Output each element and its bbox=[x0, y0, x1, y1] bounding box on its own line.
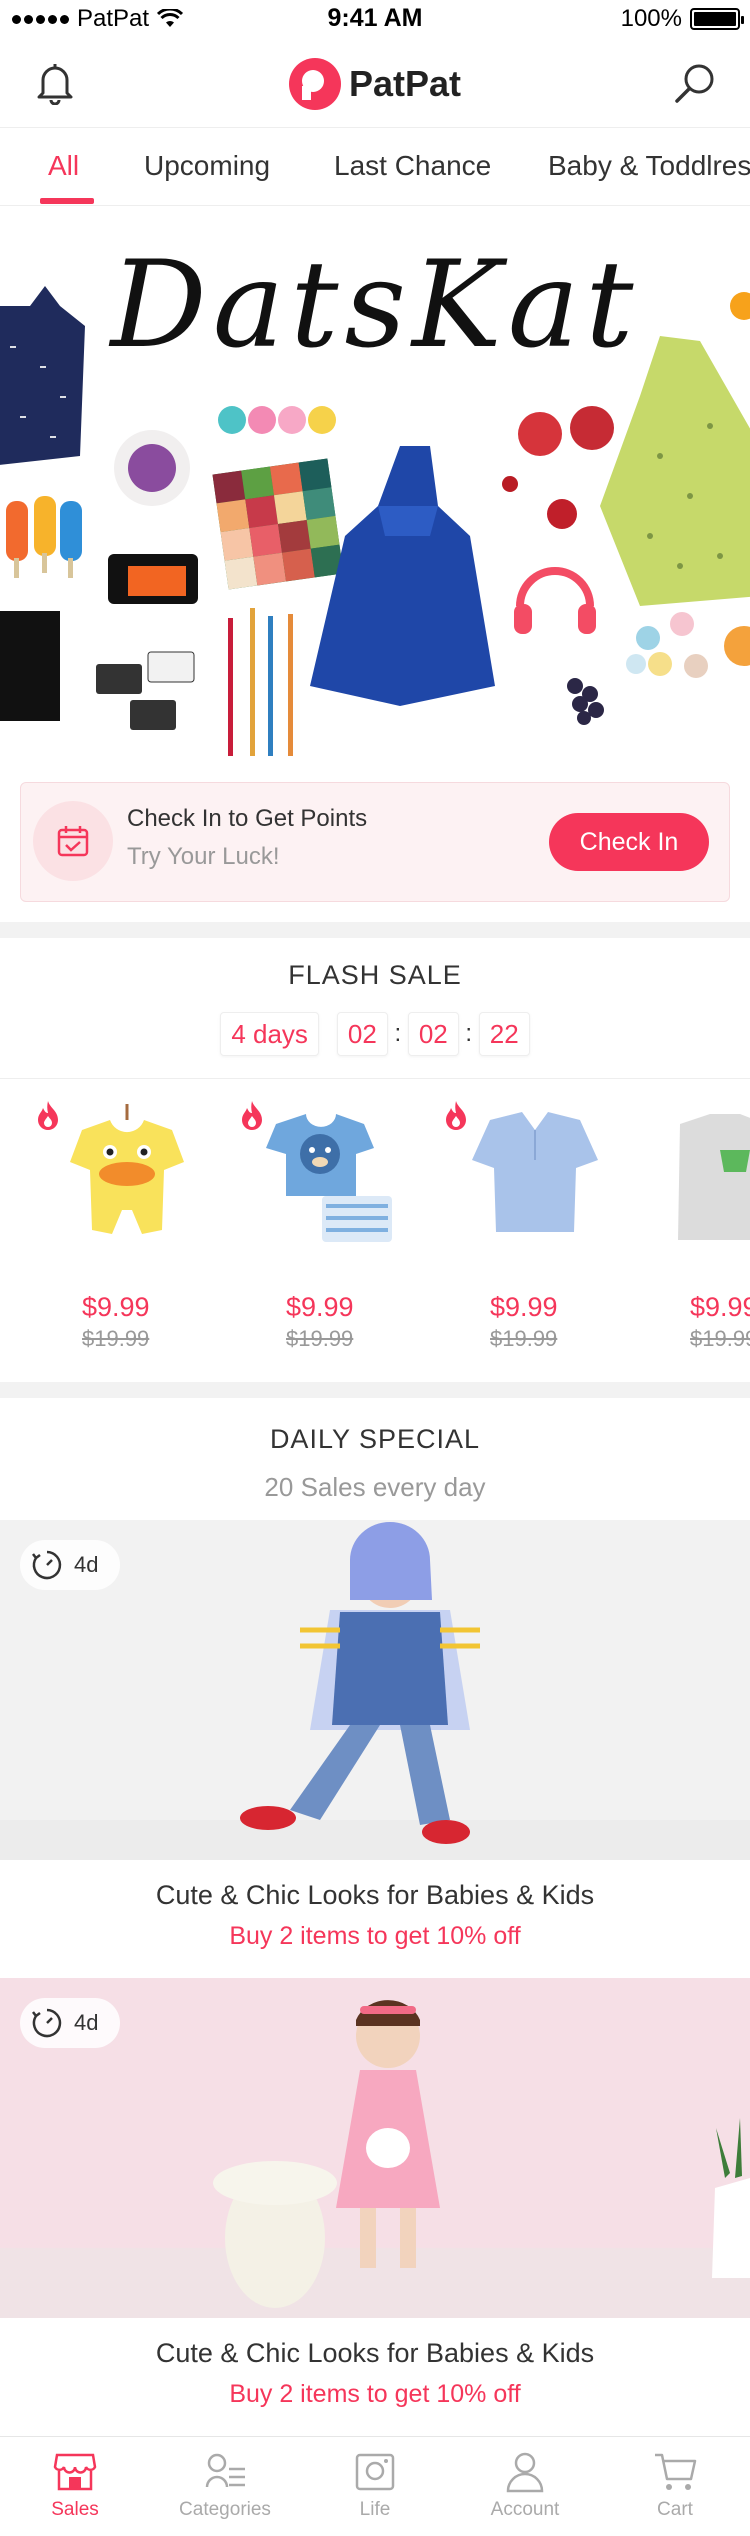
nav-label: Cart bbox=[657, 2499, 693, 2520]
countdown-minutes: 02 bbox=[407, 1012, 459, 1056]
checkin-title: Check In to Get Points bbox=[127, 805, 368, 832]
store-icon bbox=[53, 2453, 97, 2491]
deal-image[interactable]: 4d bbox=[0, 1978, 750, 2318]
deal-subtitle: Buy 2 items to get 10% off bbox=[229, 1922, 521, 1950]
logo-mark-icon bbox=[288, 58, 341, 110]
flash-product-card[interactable]: $9.99 $19.99 bbox=[436, 1100, 606, 1360]
nav-cart[interactable]: Cart bbox=[600, 2437, 750, 2536]
battery-percent: 100% bbox=[620, 5, 682, 32]
product-original-price: $19.99 bbox=[690, 1326, 750, 1351]
deal-title[interactable]: Cute & Chic Looks for Babies & Kids bbox=[0, 1880, 750, 1911]
product-image bbox=[472, 1112, 598, 1232]
tab-all[interactable]: All bbox=[48, 150, 79, 182]
nav-account[interactable]: Account bbox=[450, 2437, 600, 2536]
cart-icon bbox=[655, 2453, 697, 2490]
divider bbox=[0, 1078, 750, 1079]
deal-subtitle: Buy 2 items to get 10% off bbox=[229, 2380, 521, 2408]
account-icon bbox=[506, 2452, 544, 2493]
battery-group: 100% bbox=[620, 5, 744, 33]
category-tabs: All Upcoming Last Chance Baby & Toddlres bbox=[0, 128, 750, 206]
countdown-separator: : bbox=[465, 1020, 473, 1047]
countdown-days: 4 days bbox=[220, 1012, 319, 1056]
product-price: $9.99 bbox=[82, 1292, 150, 1322]
banner-title: DatsKat bbox=[110, 236, 640, 375]
nav-categories[interactable]: Categories bbox=[150, 2437, 300, 2536]
product-price: $9.99 bbox=[690, 1292, 750, 1322]
brand-logo[interactable]: PatPat bbox=[0, 58, 750, 110]
countdown-separator: : bbox=[394, 1020, 402, 1047]
calendar-check-icon bbox=[33, 801, 113, 881]
flash-sale-countdown: 4 days 02 : 02 : 22 bbox=[0, 1012, 750, 1056]
flash-product-card[interactable]: $9.99 $19.99 bbox=[232, 1100, 402, 1360]
product-image bbox=[266, 1114, 392, 1242]
product-image bbox=[70, 1104, 184, 1234]
nav-label: Sales bbox=[51, 2499, 99, 2520]
nav-label: Account bbox=[490, 2499, 560, 2520]
battery-icon bbox=[690, 8, 744, 30]
time-left-badge: 4d bbox=[20, 1540, 121, 1590]
search-icon[interactable] bbox=[670, 58, 720, 108]
app-header: PatPat bbox=[0, 40, 750, 128]
brand-name: PatPat bbox=[348, 63, 462, 104]
bottom-nav: Sales Categories Life Account Cart bbox=[0, 2436, 750, 2536]
daily-special-subtitle: 20 Sales every day bbox=[264, 1472, 486, 1502]
section-divider bbox=[0, 922, 750, 938]
deal-image[interactable]: 4d bbox=[0, 1520, 750, 1860]
product-price: $9.99 bbox=[490, 1292, 558, 1322]
product-original-price: $19.99 bbox=[286, 1326, 354, 1351]
status-bar: PatPat 9:41 AM 100% bbox=[0, 0, 750, 40]
product-image bbox=[678, 1114, 750, 1240]
nav-sales[interactable]: Sales bbox=[0, 2437, 150, 2536]
countdown-seconds: 22 bbox=[478, 1012, 530, 1056]
checkin-subtitle: Try Your Luck! bbox=[127, 843, 280, 870]
promo-banner[interactable]: DatsKat bbox=[0, 206, 750, 760]
life-icon bbox=[355, 2453, 395, 2491]
time-left-badge: 4d bbox=[20, 1998, 121, 2048]
time-left-label: 4d bbox=[74, 1552, 99, 1577]
product-original-price: $19.99 bbox=[490, 1326, 558, 1351]
timer-icon bbox=[32, 1550, 62, 1580]
tab-last-chance[interactable]: Last Chance bbox=[334, 150, 491, 182]
time-left-label: 4d bbox=[74, 2010, 99, 2035]
daily-special-title: DAILY SPECIAL bbox=[269, 1424, 481, 1454]
section-divider bbox=[0, 1382, 750, 1398]
nav-label: Life bbox=[359, 2499, 391, 2520]
timer-icon bbox=[32, 2008, 62, 2038]
flash-product-card[interactable]: $9.99 $19.99 bbox=[640, 1100, 750, 1360]
categories-icon bbox=[205, 2453, 245, 2488]
active-tab-indicator bbox=[40, 198, 94, 204]
deal-title[interactable]: Cute & Chic Looks for Babies & Kids bbox=[0, 2338, 750, 2369]
nav-life[interactable]: Life bbox=[300, 2437, 450, 2536]
product-price: $9.99 bbox=[286, 1292, 354, 1322]
flash-sale-title: FLASH SALE bbox=[288, 960, 462, 990]
tab-upcoming[interactable]: Upcoming bbox=[144, 150, 270, 182]
tab-baby-toddlers[interactable]: Baby & Toddlres bbox=[548, 150, 750, 182]
checkin-card: Check In to Get Points Try Your Luck! Ch… bbox=[20, 782, 730, 902]
countdown-hours: 02 bbox=[336, 1012, 388, 1056]
check-in-button[interactable]: Check In bbox=[549, 813, 709, 871]
product-original-price: $19.99 bbox=[82, 1326, 150, 1351]
nav-label: Categories bbox=[179, 2499, 271, 2520]
flash-product-card[interactable]: $9.99 $19.99 bbox=[28, 1100, 198, 1360]
